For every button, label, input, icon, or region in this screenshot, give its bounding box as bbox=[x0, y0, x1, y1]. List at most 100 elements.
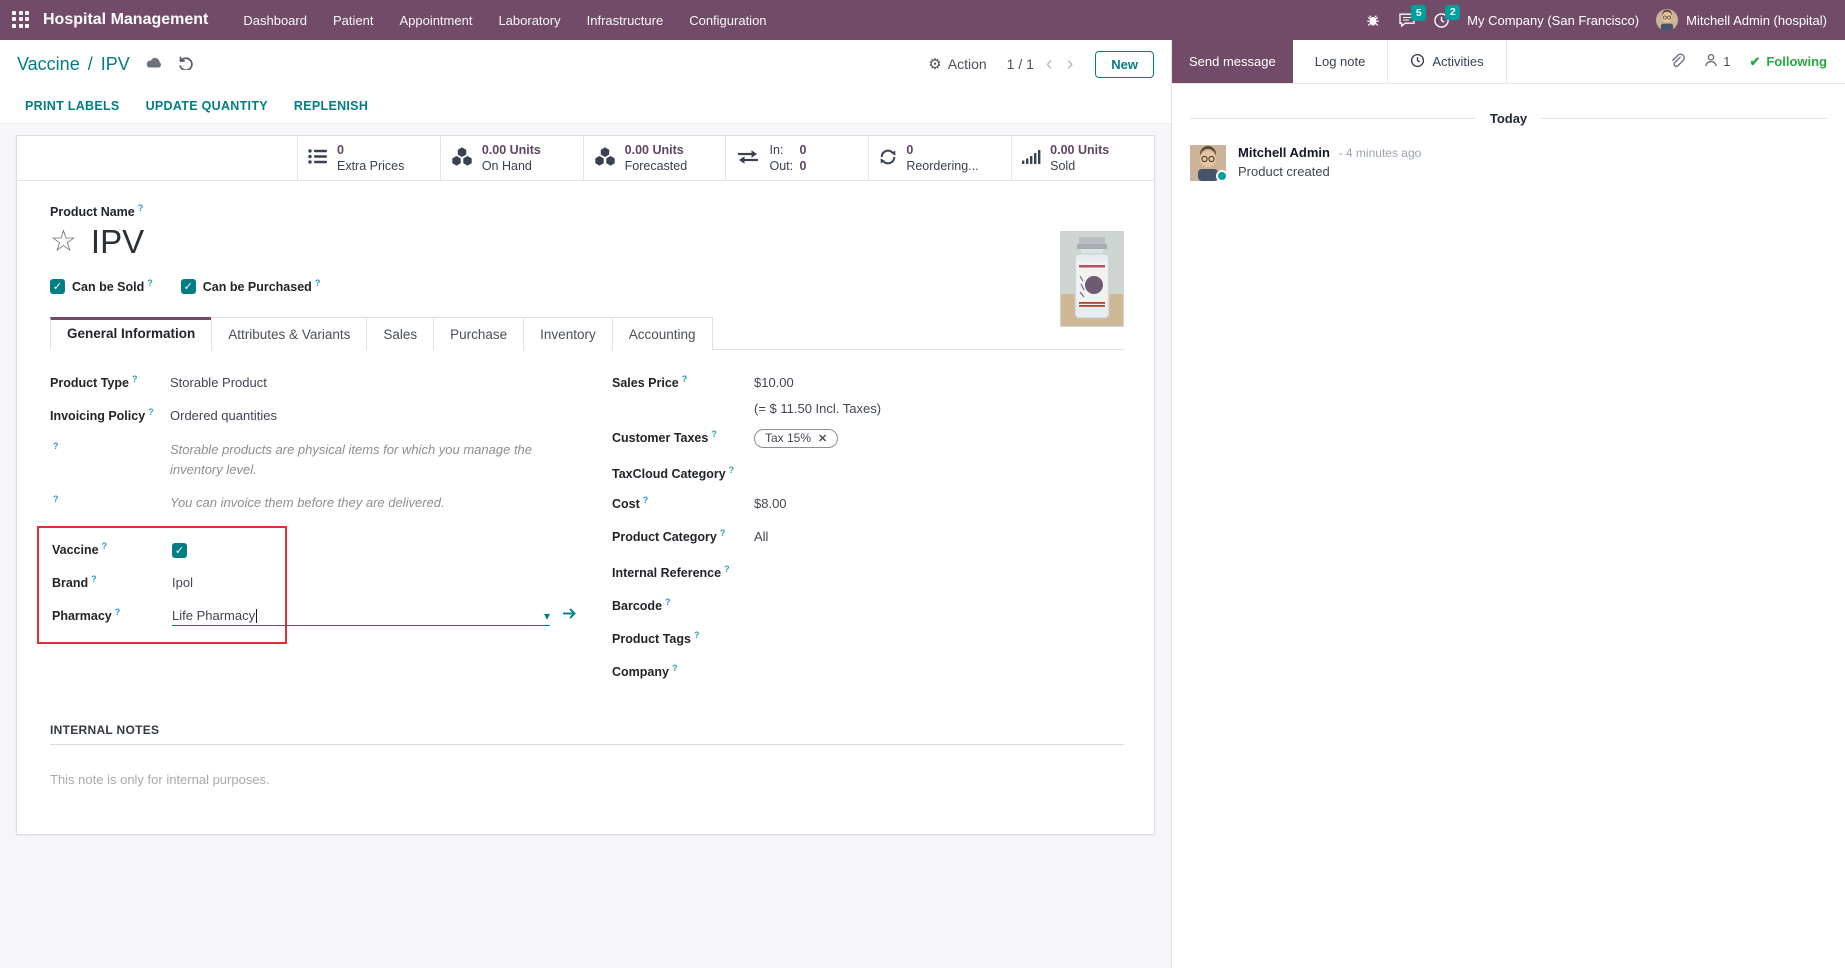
vaccine-checkbox[interactable]: ✓ bbox=[172, 543, 187, 559]
red-annotation-box: Vaccine? ✓ Brand? Ipol Pharmacy? Life Ph… bbox=[37, 526, 576, 645]
cost-value[interactable]: $8.00 bbox=[754, 496, 787, 511]
help-icon: ? bbox=[671, 663, 678, 674]
replenish-button[interactable]: REPLENISH bbox=[294, 99, 368, 113]
help-marker-row: ? bbox=[50, 441, 170, 457]
form-region: Vaccine / IPV ⚙ Action 1 / 1 ‹ › New PRI… bbox=[0, 40, 1171, 968]
action-menu-button[interactable]: ⚙ Action bbox=[928, 55, 986, 73]
breadcrumb-current: IPV bbox=[100, 53, 130, 74]
refresh-icon bbox=[879, 148, 897, 169]
company-switcher[interactable]: My Company (San Francisco) bbox=[1467, 13, 1639, 28]
tab-purchase[interactable]: Purchase bbox=[433, 317, 525, 351]
invoicing-policy-label: Invoicing Policy? bbox=[50, 407, 154, 424]
help-marker-row: ? bbox=[50, 494, 170, 510]
nav-appointment[interactable]: Appointment bbox=[386, 8, 485, 33]
favorite-star-icon[interactable]: ☆ bbox=[50, 227, 77, 257]
help-icon: ? bbox=[642, 495, 649, 506]
pharmacy-label: Pharmacy? bbox=[52, 607, 121, 624]
tab-accounting[interactable]: Accounting bbox=[611, 317, 713, 351]
nav-configuration[interactable]: Configuration bbox=[676, 8, 779, 33]
pager-next-icon[interactable]: › bbox=[1065, 54, 1076, 74]
top-navbar: Hospital Management Dashboard Patient Ap… bbox=[0, 0, 1845, 40]
help-icon: ? bbox=[681, 374, 688, 385]
activities-button[interactable]: Activities bbox=[1388, 40, 1507, 83]
notebook-tabs: General Information Attributes & Variant… bbox=[50, 317, 1124, 351]
stat-forecasted[interactable]: 0.00 Units Forecasted bbox=[582, 136, 726, 180]
remove-tax-icon[interactable]: ✕ bbox=[818, 432, 827, 445]
brand-value[interactable]: Ipol bbox=[172, 575, 193, 590]
tab-attributes-variants[interactable]: Attributes & Variants bbox=[211, 317, 368, 351]
nav-dashboard[interactable]: Dashboard bbox=[230, 8, 320, 33]
activities-clock-icon[interactable]: 2 bbox=[1433, 4, 1461, 29]
pager-previous-icon[interactable]: ‹ bbox=[1044, 54, 1055, 74]
content-background: 0 Extra Prices 0.00 Units On Hand 0.00 U… bbox=[0, 124, 1171, 968]
company-value[interactable] bbox=[754, 660, 934, 676]
stat-extra-prices[interactable]: 0 Extra Prices bbox=[297, 136, 440, 180]
tab-inventory[interactable]: Inventory bbox=[523, 317, 613, 351]
brand-label: Brand? bbox=[52, 574, 97, 591]
product-type-value[interactable]: Storable Product bbox=[170, 375, 267, 390]
barcode-value[interactable] bbox=[754, 594, 934, 610]
send-message-button[interactable]: Send message bbox=[1172, 40, 1293, 83]
new-button[interactable]: New bbox=[1095, 50, 1154, 78]
nav-patient[interactable]: Patient bbox=[320, 8, 386, 33]
print-labels-button[interactable]: PRINT LABELS bbox=[25, 99, 120, 113]
tab-sales[interactable]: Sales bbox=[366, 317, 435, 351]
help-icon: ? bbox=[728, 465, 735, 476]
sales-price-value[interactable]: $10.00 bbox=[754, 375, 794, 390]
main-menu: Dashboard Patient Appointment Laboratory… bbox=[230, 8, 779, 33]
help-icon: ? bbox=[53, 494, 59, 505]
internal-reference-value[interactable] bbox=[754, 561, 934, 577]
stat-on-hand[interactable]: 0.00 Units On Hand bbox=[439, 136, 583, 180]
log-note-button[interactable]: Log note bbox=[1293, 40, 1389, 83]
stat-reordering[interactable]: 0 Reordering... bbox=[868, 136, 1011, 180]
message-body: Product created bbox=[1238, 164, 1330, 179]
app-brand[interactable]: Hospital Management bbox=[43, 11, 208, 29]
person-icon bbox=[1704, 53, 1718, 70]
breadcrumb-parent[interactable]: Vaccine bbox=[17, 54, 80, 75]
help-icon: ? bbox=[101, 541, 108, 552]
messages-icon[interactable]: 5 bbox=[1398, 5, 1427, 28]
help-icon: ? bbox=[711, 429, 717, 440]
messages-badge: 5 bbox=[1411, 5, 1427, 21]
company-label: Company? bbox=[612, 663, 678, 680]
can-be-sold-checkbox[interactable]: ✓ Can be Sold? bbox=[50, 278, 153, 294]
tab-general-information[interactable]: General Information bbox=[50, 317, 213, 351]
date-divider-label: Today bbox=[1489, 111, 1528, 126]
product-name-value[interactable]: IPV bbox=[91, 223, 144, 261]
user-menu[interactable]: Mitchell Admin (hospital) bbox=[1656, 9, 1827, 31]
header-buttons: PRINT LABELS UPDATE QUANTITY REPLENISH bbox=[0, 88, 1171, 124]
unsaved-cloud-icon[interactable] bbox=[145, 56, 163, 73]
checkbox-checked-icon[interactable]: ✓ bbox=[50, 278, 65, 294]
tax-tag[interactable]: Tax 15% ✕ bbox=[754, 429, 839, 449]
product-category-value[interactable]: All bbox=[754, 529, 768, 544]
message-timestamp: - 4 minutes ago bbox=[1338, 146, 1422, 160]
product-tags-value[interactable] bbox=[754, 627, 934, 643]
debug-bug-icon[interactable] bbox=[1365, 12, 1381, 28]
apps-menu-icon[interactable] bbox=[12, 10, 31, 30]
invoicing-policy-value[interactable]: Ordered quantities bbox=[170, 408, 277, 423]
nav-infrastructure[interactable]: Infrastructure bbox=[574, 8, 677, 33]
right-column: Sales Price? $10.00 (= $ 11.50 Incl. Tax… bbox=[612, 374, 1124, 693]
taxcloud-category-value[interactable] bbox=[754, 462, 934, 478]
user-avatar bbox=[1656, 9, 1679, 31]
following-button[interactable]: ✔ Following bbox=[1749, 54, 1827, 70]
update-quantity-button[interactable]: UPDATE QUANTITY bbox=[146, 99, 268, 113]
checkbox-checked-icon[interactable]: ✓ bbox=[180, 278, 196, 294]
storable-help-text: Storable products are physical items for… bbox=[170, 442, 533, 478]
help-icon: ? bbox=[148, 407, 154, 418]
attachment-paperclip-icon[interactable] bbox=[1669, 52, 1686, 72]
chevron-down-icon[interactable]: ▾ bbox=[544, 609, 550, 623]
vaccine-label: Vaccine? bbox=[52, 541, 108, 558]
internal-link-arrow-icon[interactable] bbox=[562, 607, 577, 620]
message-author[interactable]: Mitchell Admin bbox=[1238, 145, 1330, 160]
followers-button[interactable]: 1 bbox=[1704, 53, 1730, 70]
stat-sold[interactable]: 0.00 Units Sold bbox=[1011, 136, 1154, 180]
stat-in-out[interactable]: In: 0 Out: 0 bbox=[725, 136, 868, 180]
pharmacy-input[interactable]: Life Pharmacy ▾ bbox=[172, 608, 550, 627]
internal-notes-placeholder[interactable]: This note is only for internal purposes. bbox=[50, 772, 1124, 787]
discard-undo-icon[interactable] bbox=[178, 55, 194, 73]
product-photo[interactable] bbox=[1060, 231, 1124, 327]
breadcrumb: Vaccine / IPV bbox=[17, 54, 130, 75]
nav-laboratory[interactable]: Laboratory bbox=[485, 8, 573, 33]
can-be-purchased-checkbox[interactable]: ✓ Can be Purchased? bbox=[180, 278, 320, 294]
